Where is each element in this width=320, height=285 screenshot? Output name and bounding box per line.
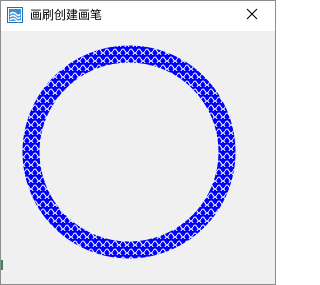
ring-shape <box>22 45 236 259</box>
client-area <box>1 31 275 284</box>
drawing-canvas <box>22 45 236 259</box>
app-brush-icon <box>7 7 23 23</box>
window-title: 画刷创建画笔 <box>30 8 103 22</box>
close-button[interactable] <box>229 1 275 31</box>
title-bar[interactable]: 画刷创建画笔 <box>1 1 275 31</box>
app-window: 画刷创建画笔 <box>0 0 276 285</box>
edge-marker <box>1 260 3 270</box>
close-icon <box>246 7 258 25</box>
